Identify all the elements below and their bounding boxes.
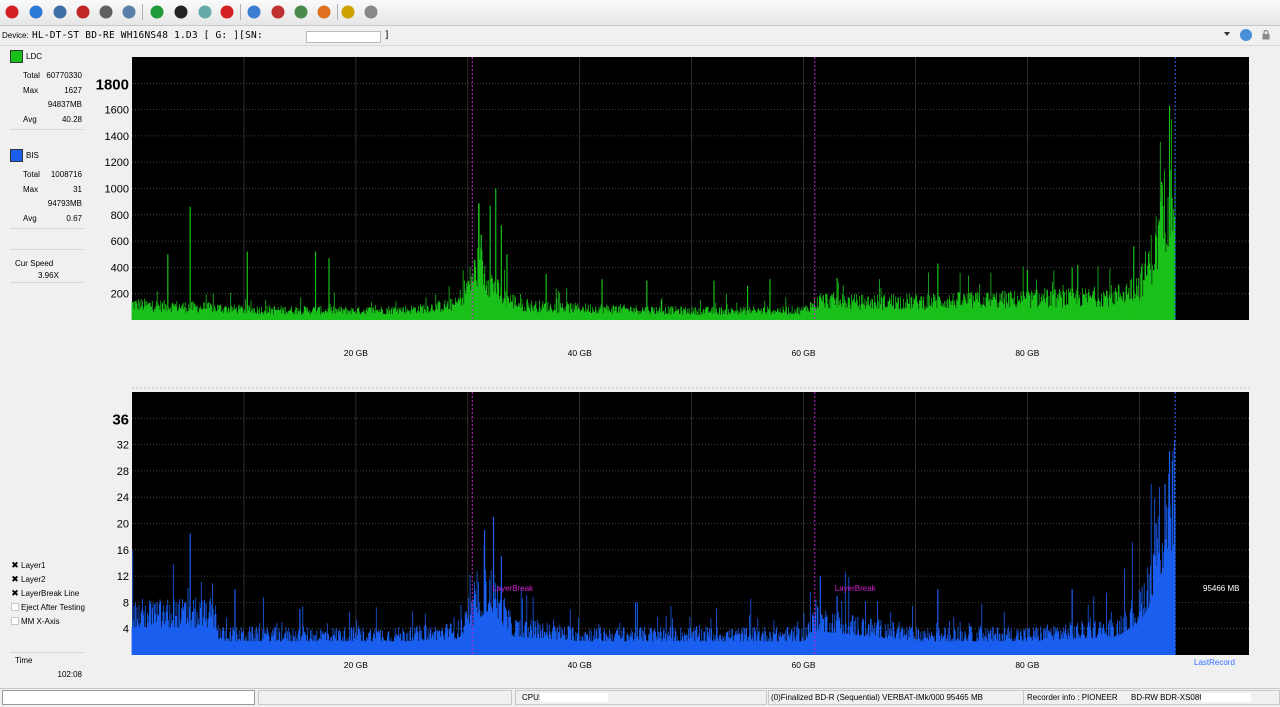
recorder-model: BD-RW BDR-XS08U [1131,693,1206,702]
end-position-label: 95466 MB [1203,584,1239,593]
recorder-field [1201,693,1251,702]
y-tick-label: 600 [111,236,129,248]
y-tick-label: 200 [111,289,129,301]
cpu-meter [540,693,608,702]
layer-break-label: LayerBreak [492,584,534,593]
y-top-label: 1800 [96,76,129,93]
disc-info: (0)Finalized BD-R (Sequential) VERBAT-IM… [768,690,1024,705]
y-tick-label: 1200 [105,157,129,169]
x-tick-label: 20 GB [344,660,368,670]
charts-area: 200 400 600 800 1000 1200 1400 1600 1800 20 GB 40 … [96,57,1249,670]
y-tick-label: 24 [117,492,129,504]
y-tick-label: 32 [117,440,129,452]
y-tick-label: 400 [111,262,129,274]
x-tick-label: 60 GB [791,348,815,358]
y-tick-label: 8 [123,597,129,609]
chart-ldc: 200 400 600 800 1000 1200 1400 1600 1800 20 GB 40 … [96,57,1249,358]
y-tick-label: 12 [117,571,129,583]
y-tick-label: 1400 [105,131,129,143]
recorder-label: Recorder info : PIONEER [1027,693,1118,702]
x-tick-label: 40 GB [568,660,592,670]
x-tick-label: 60 GB [791,660,815,670]
y-tick-label: 28 [117,466,129,478]
recorder-info: Recorder info : PIONEER BD-RW BDR-XS08U [1023,690,1280,705]
y-tick-label: 20 [117,519,129,531]
cpu-label: CPU: [522,693,542,702]
y-tick-label: 1000 [105,184,129,196]
chart-bis: LayerBreak LayerBreak 95466 MB LastRecord 4 8… [112,392,1249,670]
last-record-label: LastRecord [1194,658,1235,667]
status-panel [258,690,512,705]
x-tick-label: 40 GB [568,348,592,358]
x-tick-label: 80 GB [1015,348,1039,358]
layer-break-label: LayerBreak [835,584,877,593]
x-tick-label: 20 GB [344,348,368,358]
y-tick-label: 16 [117,545,129,557]
x-tick-label: 80 GB [1015,660,1039,670]
y-tick-label: 1600 [105,105,129,117]
y-tick-label: 800 [111,210,129,222]
y-top-label: 36 [112,411,129,428]
y-tick-label: 4 [123,624,129,636]
status-input-field[interactable] [2,690,255,705]
cpu-panel: CPU: [515,690,767,705]
